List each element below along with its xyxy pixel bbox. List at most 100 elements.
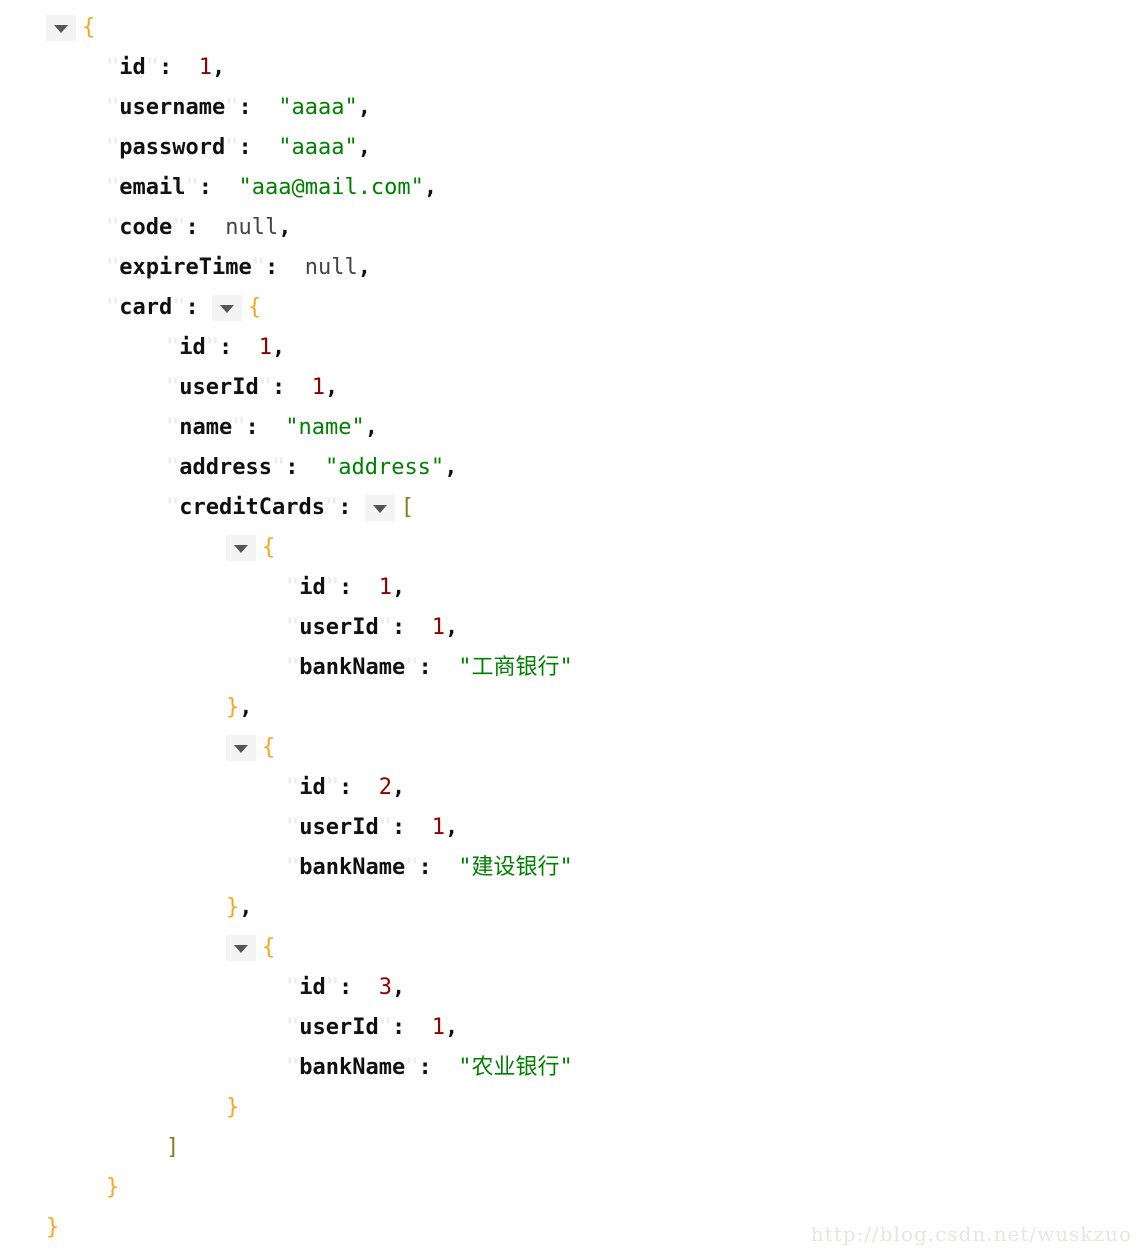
json-line-creditcard-2-id: "id": 3, bbox=[0, 968, 1140, 1008]
key-quote-open: " bbox=[106, 255, 120, 280]
key-quote-close: " bbox=[271, 455, 286, 480]
key-quote-open: " bbox=[106, 175, 120, 200]
key-card: card bbox=[119, 295, 173, 320]
key-quote-open: " bbox=[106, 95, 120, 120]
json-line-creditcard-1-id: "id": 2, bbox=[0, 768, 1140, 808]
colon: : bbox=[185, 295, 199, 320]
json-line-password: "password": "aaaa", bbox=[0, 128, 1140, 168]
key-cc1-bankname: bankName bbox=[299, 855, 406, 880]
value-username: "aaaa" bbox=[278, 95, 358, 120]
key-quote-close: " bbox=[172, 295, 186, 320]
value-cc2-userid: 1 bbox=[431, 1015, 445, 1040]
key-quote-close: " bbox=[225, 95, 239, 120]
value-card-name: "name" bbox=[285, 415, 365, 440]
value-card-id: 1 bbox=[258, 335, 272, 360]
colon: : bbox=[219, 335, 233, 360]
key-quote-open: " bbox=[286, 775, 300, 800]
value-cc0-bankname: "工商银行" bbox=[458, 655, 573, 680]
comma: , bbox=[357, 135, 371, 160]
key-username: username bbox=[119, 95, 226, 120]
json-line-creditcard-1-close: }, bbox=[0, 888, 1140, 928]
comma: , bbox=[392, 575, 406, 600]
key-code: code bbox=[119, 215, 173, 240]
key-card-userid: userId bbox=[179, 375, 259, 400]
key-cc2-bankname: bankName bbox=[299, 1055, 406, 1080]
value-cc2-bankname: "农业银行" bbox=[458, 1055, 573, 1080]
value-id: 1 bbox=[198, 55, 212, 80]
key-id: id bbox=[119, 55, 146, 80]
key-quote-open: " bbox=[106, 55, 120, 80]
key-quote-open: " bbox=[106, 215, 120, 240]
creditcards-open-bracket: [ bbox=[400, 495, 414, 520]
colon: : bbox=[238, 135, 252, 160]
key-password: password bbox=[119, 135, 226, 160]
json-line-creditcard-2-open: { bbox=[0, 928, 1140, 968]
colon: : bbox=[339, 575, 353, 600]
key-quote-close: " bbox=[378, 815, 392, 840]
comma: , bbox=[239, 895, 253, 920]
creditcard-2-close-brace: } bbox=[226, 1095, 240, 1120]
key-creditcards: creditCards bbox=[179, 495, 325, 520]
value-email: "aaa@mail.com" bbox=[238, 175, 424, 200]
key-quote-close: " bbox=[172, 215, 186, 240]
key-quote-close: " bbox=[405, 855, 419, 880]
caret-down-icon-creditcard-1[interactable] bbox=[226, 735, 256, 761]
caret-down-icon-root[interactable] bbox=[46, 15, 76, 41]
key-quote-close: " bbox=[225, 135, 239, 160]
key-quote-open: " bbox=[286, 575, 300, 600]
json-line-card-id: "id": 1, bbox=[0, 328, 1140, 368]
json-line-card-open: "card": { bbox=[0, 288, 1140, 328]
key-quote-close: " bbox=[324, 495, 339, 520]
caret-down-icon-creditcard-2[interactable] bbox=[226, 935, 256, 961]
json-line-code: "code": null, bbox=[0, 208, 1140, 248]
root-close-brace: } bbox=[46, 1215, 60, 1240]
json-line-creditcard-1-userid: "userId": 1, bbox=[0, 808, 1140, 848]
colon: : bbox=[264, 255, 279, 280]
json-line-creditcards-close: ] bbox=[0, 1128, 1140, 1168]
key-card-id: id bbox=[179, 335, 206, 360]
key-quote-open: " bbox=[286, 615, 300, 640]
creditcard-1-close-brace: } bbox=[226, 895, 240, 920]
json-line-creditcard-2-close: } bbox=[0, 1088, 1140, 1128]
colon: : bbox=[238, 95, 252, 120]
caret-down-icon-creditcards[interactable] bbox=[364, 495, 395, 521]
json-line-creditcard-0-bankname: "bankName": "工商银行" bbox=[0, 648, 1140, 688]
key-quote-close: " bbox=[325, 975, 339, 1000]
key-quote-close: " bbox=[378, 1015, 392, 1040]
json-line-creditcard-0-open: { bbox=[0, 528, 1140, 568]
json-line-card-userid: "userId": 1, bbox=[0, 368, 1140, 408]
json-line-email: "email": "aaa@mail.com", bbox=[0, 168, 1140, 208]
value-code: null bbox=[225, 215, 279, 240]
key-cc0-id: id bbox=[299, 575, 326, 600]
colon: : bbox=[338, 495, 352, 520]
key-quote-open: " bbox=[166, 455, 180, 480]
card-close-brace: } bbox=[106, 1175, 120, 1200]
caret-down-icon-card[interactable] bbox=[211, 295, 242, 321]
value-password: "aaaa" bbox=[278, 135, 358, 160]
creditcard-1-open-brace: { bbox=[262, 735, 276, 760]
watermark-url: http://blog.csdn.net/wuskzuo bbox=[810, 1222, 1132, 1246]
key-quote-close: " bbox=[145, 55, 159, 80]
comma: , bbox=[444, 455, 458, 480]
json-line-creditcard-0-userid: "userId": 1, bbox=[0, 608, 1140, 648]
json-line-creditcard-0-id: "id": 1, bbox=[0, 568, 1140, 608]
key-quote-close: " bbox=[232, 415, 246, 440]
key-quote-open: " bbox=[286, 815, 300, 840]
colon: : bbox=[339, 975, 353, 1000]
key-quote-close: " bbox=[325, 775, 339, 800]
json-line-creditcard-2-userid: "userId": 1, bbox=[0, 1008, 1140, 1048]
key-quote-close: " bbox=[325, 575, 339, 600]
colon: : bbox=[391, 815, 406, 840]
value-cc0-userid: 1 bbox=[431, 615, 445, 640]
colon: : bbox=[339, 775, 353, 800]
value-cc1-bankname: "建设银行" bbox=[458, 855, 573, 880]
value-expiretime: null bbox=[304, 255, 358, 280]
json-line-card-name: "name": "name", bbox=[0, 408, 1140, 448]
key-quote-open: " bbox=[166, 495, 180, 520]
caret-down-icon-creditcard-0[interactable] bbox=[226, 535, 256, 561]
key-cc0-bankname: bankName bbox=[299, 655, 406, 680]
colon: : bbox=[159, 55, 173, 80]
key-quote-close: " bbox=[405, 655, 419, 680]
key-quote-open: " bbox=[286, 655, 300, 680]
comma: , bbox=[444, 615, 459, 640]
